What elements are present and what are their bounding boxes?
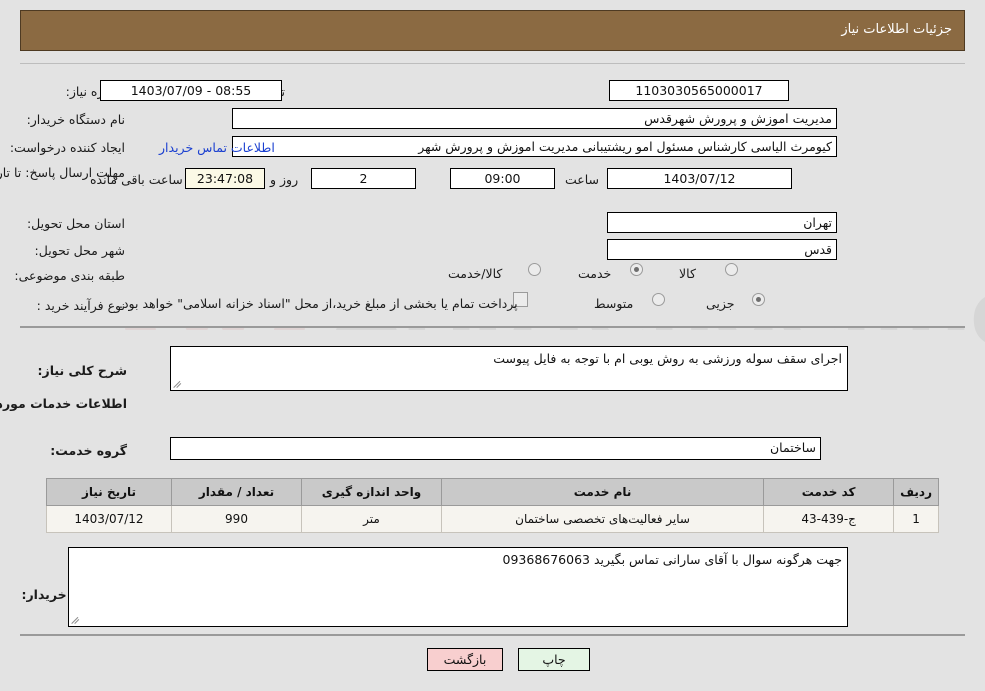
- deadline-date-field[interactable]: 1403/07/12: [607, 168, 792, 189]
- window-title-bar: جزئیات اطلاعات نیاز: [20, 10, 965, 51]
- cell-need-date: 1403/07/12: [46, 505, 172, 533]
- label-purchase-type: نوع فرآیند خرید :: [36, 298, 125, 313]
- radio-label-kala-khedmat: کالا/خدمت: [448, 266, 503, 281]
- back-button[interactable]: بازگشت: [427, 648, 503, 671]
- page-root: AriaTender.net جزئیات اطلاعات نیاز شماره…: [0, 0, 985, 691]
- label-general-description: شرح کلی نیاز:: [37, 363, 127, 378]
- deadline-countdown-field: 23:47:08: [185, 168, 265, 189]
- need-number-field[interactable]: 1103030565000017: [609, 80, 789, 101]
- label-buyer-org: نام دستگاه خریدار:: [26, 112, 125, 127]
- th-need-date: تاریخ نیاز: [46, 478, 172, 506]
- cell-service-code: ج-439-43: [763, 505, 895, 533]
- th-quantity: تعداد / مقدار: [171, 478, 302, 506]
- label-treasury-documents-note: پرداخت تمام یا بخشی از مبلغ خرید،از محل …: [119, 296, 518, 311]
- buyer-notes-textarea[interactable]: جهت هرگونه سوال با آقای سارانی تماس بگیر…: [68, 547, 848, 627]
- label-requester: ایجاد کننده درخواست:: [9, 140, 125, 155]
- radio-label-khedmat: خدمت: [578, 266, 612, 281]
- label-delivery-province: استان محل تحویل:: [26, 216, 125, 231]
- radio-category-khedmat[interactable]: [630, 263, 643, 276]
- deadline-days-field[interactable]: 2: [311, 168, 416, 189]
- cell-row-number: 1: [893, 505, 939, 533]
- services-section-heading: اطلاعات خدمات مورد نیاز: [0, 396, 127, 411]
- public-announcement-field[interactable]: 08:55 - 1403/07/09: [100, 80, 282, 101]
- delivery-city-field[interactable]: قدس: [607, 239, 837, 260]
- cell-service-name: سایر فعالیت‌های تخصصی ساختمان: [440, 505, 765, 533]
- resize-grip-icon-notes[interactable]: [71, 613, 83, 625]
- label-deadline-time: ساعت: [565, 172, 600, 187]
- label-deadline-remaining: ساعت باقی مانده: [90, 172, 183, 187]
- radio-label-kala: کالا: [679, 266, 696, 281]
- deadline-time-field[interactable]: 09:00: [450, 168, 555, 189]
- radio-purchase-motavaset[interactable]: [652, 293, 665, 306]
- general-description-text: اجرای سقف سوله ورزشی به روش یوبی ام با ت…: [493, 351, 842, 366]
- radio-purchase-jozi[interactable]: [752, 293, 765, 306]
- radio-category-kala[interactable]: [725, 263, 738, 276]
- cell-quantity: 990: [171, 505, 302, 533]
- requester-field[interactable]: کیومرث الیاسی کارشناس مسئول امو ریشتیبان…: [232, 136, 837, 157]
- delivery-province-field[interactable]: تهران: [607, 212, 837, 233]
- page-title: جزئیات اطلاعات نیاز: [841, 22, 952, 37]
- cell-unit: متر: [301, 505, 442, 533]
- buyer-notes-text: جهت هرگونه سوال با آقای سارانی تماس بگیر…: [502, 552, 842, 567]
- radio-label-motavaset: متوسط: [594, 296, 634, 311]
- table-row: 1 ج-439-43 سایر فعالیت‌های تخصصی ساختمان…: [46, 505, 939, 533]
- general-description-textarea[interactable]: اجرای سقف سوله ورزشی به روش یوبی ام با ت…: [170, 346, 848, 391]
- label-deadline-days: روز و: [270, 172, 299, 187]
- label-service-group: گروه خدمت:: [50, 443, 127, 458]
- table-header-row: ردیف کد خدمت نام خدمت واحد اندازه گیری ت…: [46, 478, 939, 506]
- services-table: ردیف کد خدمت نام خدمت واحد اندازه گیری ت…: [46, 478, 939, 533]
- label-subject-category: طبقه بندی موضوعی:: [14, 268, 125, 283]
- service-group-field[interactable]: ساختمان: [170, 437, 821, 460]
- buyer-org-field[interactable]: مدیریت اموزش و پرورش شهرقدس: [232, 108, 837, 129]
- th-row-number: ردیف: [893, 478, 939, 506]
- th-service-code: کد خدمت: [763, 478, 895, 506]
- th-service-name: نام خدمت: [440, 478, 765, 506]
- print-button[interactable]: چاپ: [518, 648, 590, 671]
- need-info-panel: [20, 63, 965, 328]
- th-unit: واحد اندازه گیری: [301, 478, 442, 506]
- buyer-contact-link[interactable]: اطلاعات تماس خریدار: [159, 140, 275, 155]
- resize-grip-icon[interactable]: [173, 377, 185, 389]
- radio-category-kala-khedmat[interactable]: [528, 263, 541, 276]
- label-delivery-city: شهر محل تحویل:: [34, 243, 125, 258]
- radio-label-jozi: جزیی: [706, 296, 735, 311]
